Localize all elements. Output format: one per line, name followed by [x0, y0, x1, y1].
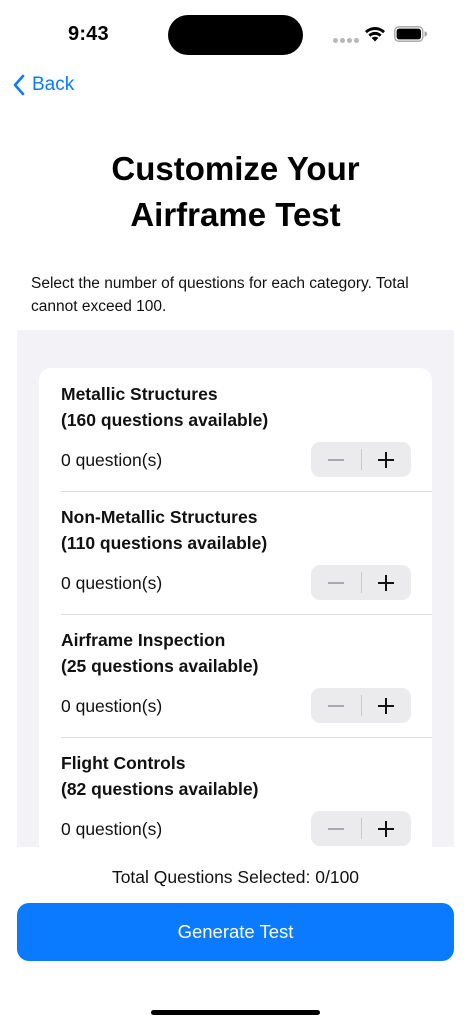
- page-title: Customize Your Airframe Test: [30, 146, 441, 238]
- plus-icon: [378, 451, 395, 468]
- signal-dots-icon: [333, 38, 359, 43]
- plus-icon: [378, 820, 395, 837]
- category-row: Non-Metallic Structures (110 questions a…: [39, 491, 432, 614]
- minus-icon: [327, 458, 344, 461]
- back-button[interactable]: Back: [12, 70, 74, 100]
- increment-button[interactable]: [361, 811, 411, 846]
- dynamic-island: [168, 15, 303, 55]
- minus-icon: [327, 704, 344, 707]
- status-time: 9:43: [68, 23, 109, 45]
- category-name: Metallic Structures: [61, 384, 218, 404]
- question-stepper: [311, 565, 411, 600]
- plus-icon: [378, 574, 395, 591]
- minus-icon: [327, 581, 344, 584]
- category-available: (110 questions available): [61, 533, 268, 553]
- increment-button[interactable]: [361, 442, 411, 477]
- increment-button[interactable]: [361, 565, 411, 600]
- plus-icon: [378, 697, 395, 714]
- decrement-button[interactable]: [311, 565, 361, 600]
- back-button-label: Back: [32, 74, 75, 95]
- category-row: Metallic Structures (160 questions avail…: [39, 368, 432, 491]
- increment-button[interactable]: [361, 688, 411, 723]
- home-indicator[interactable]: [151, 1010, 320, 1015]
- question-stepper: [311, 442, 411, 477]
- category-selected-count: 0 question(s): [61, 696, 163, 716]
- generate-test-button[interactable]: Generate Test: [17, 903, 454, 961]
- category-card: Metallic Structures (160 questions avail…: [39, 368, 432, 847]
- category-selected-count: 0 question(s): [61, 819, 163, 839]
- category-available: (82 questions available): [61, 779, 259, 799]
- category-title: Airframe Inspection (25 questions availa…: [61, 627, 391, 679]
- chevron-left-icon: [13, 74, 25, 96]
- category-title: Flight Controls (82 questions available): [61, 750, 391, 802]
- category-selected-count: 0 question(s): [61, 573, 163, 593]
- battery-icon: [394, 26, 427, 42]
- category-name: Airframe Inspection: [61, 630, 226, 650]
- minus-icon: [327, 827, 344, 830]
- category-row: Airframe Inspection (25 questions availa…: [39, 614, 432, 737]
- total-questions-selected: Total Questions Selected: 0/100: [111, 867, 360, 887]
- question-stepper: [311, 688, 411, 723]
- instructions-text: Select the number of questions for each …: [31, 275, 409, 315]
- category-row: Flight Controls (82 questions available)…: [39, 737, 432, 847]
- category-selected-count: 0 question(s): [61, 450, 163, 470]
- category-list-scroll-area[interactable]: Metallic Structures (160 questions avail…: [17, 330, 454, 847]
- category-available: (160 questions available): [61, 410, 269, 430]
- page-title-line-2: Airframe Test: [130, 196, 341, 233]
- category-title: Non-Metallic Structures (110 questions a…: [61, 504, 391, 556]
- category-name: Non-Metallic Structures: [61, 507, 258, 527]
- decrement-button[interactable]: [311, 442, 361, 477]
- category-available: (25 questions available): [61, 656, 259, 676]
- category-name: Flight Controls: [61, 753, 186, 773]
- question-stepper: [311, 811, 411, 846]
- status-bar: 9:43: [0, 0, 471, 70]
- category-title: Metallic Structures (160 questions avail…: [61, 381, 391, 433]
- decrement-button[interactable]: [311, 688, 361, 723]
- decrement-button[interactable]: [311, 811, 361, 846]
- wifi-icon: [365, 27, 385, 42]
- page-title-line-1: Customize Your: [111, 150, 360, 187]
